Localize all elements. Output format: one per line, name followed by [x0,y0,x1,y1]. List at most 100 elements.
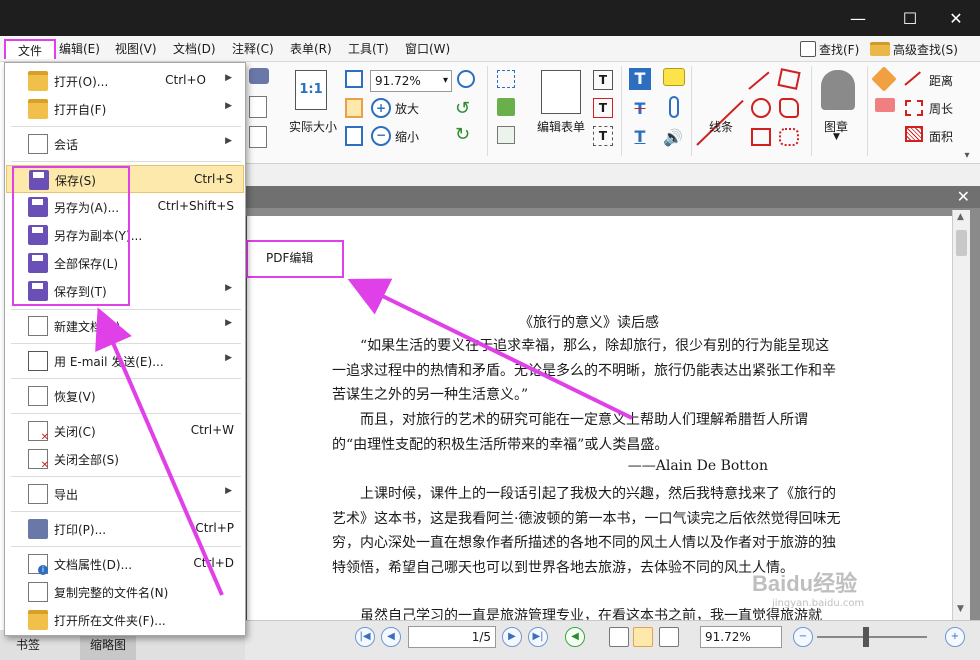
paste-icon[interactable] [249,96,267,118]
typewriter-icon[interactable]: T [593,70,613,90]
oval-tool-icon[interactable] [751,98,771,118]
menu-item-properties[interactable]: 文档属性(D)... Ctrl+D [6,550,244,578]
menu-item-open[interactable]: 打开(O)... Ctrl+O ▶ [6,67,244,95]
attachment-icon[interactable] [669,96,679,118]
menu-item-print[interactable]: 打印(P)... Ctrl+P [6,515,244,543]
fit-visible-icon[interactable] [345,126,363,146]
ribbon-separator [811,66,812,156]
menu-form[interactable]: 表单(R) [288,39,334,59]
lines-label[interactable]: 线条 [709,118,733,135]
camera-icon[interactable] [249,68,269,84]
zoom-in-label[interactable]: 放大 [395,100,419,117]
ribbon-scroll-icon[interactable]: ▾ [960,150,974,164]
edit-form-label[interactable]: 编辑表单 [537,118,585,135]
stamp-icon[interactable] [821,70,855,110]
status-zoom-out-button[interactable]: − [793,627,813,647]
zoom-slider-thumb[interactable] [863,627,869,647]
zoom-select[interactable]: 91.72% [370,70,452,92]
submenu-arrow-icon: ▶ [225,283,232,293]
menu-item-close-all[interactable]: 关闭全部(S) [6,445,244,473]
polygon-tool-icon[interactable] [779,98,799,118]
find-button[interactable]: 查找(F) [800,38,859,60]
zoom-out-label[interactable]: 缩小 [395,128,419,145]
close-button[interactable]: ✕ [934,0,978,36]
distance-tool-icon[interactable] [904,71,921,86]
advanced-find-button[interactable]: 高级查找(S) [870,38,958,60]
textbox-icon[interactable]: T [593,98,613,118]
sound-icon[interactable]: 🔊 [663,128,685,147]
prev-page-button[interactable]: ◀ [381,627,401,647]
stamp-dropdown-icon[interactable]: ▼ [833,132,840,142]
eraser-icon[interactable] [875,98,895,112]
arrow-tool-icon[interactable] [748,71,770,90]
pdf-edit-annotation[interactable]: PDF编辑 [246,240,344,278]
distance-label[interactable]: 距离 [929,72,953,89]
zoom-in-tool-icon[interactable] [457,70,475,88]
strikeout-icon[interactable]: T [629,98,651,120]
close-tab-icon[interactable]: ✕ [957,187,970,206]
rectangle-tool-icon[interactable] [751,128,771,146]
menu-view[interactable]: 视图(V) [113,39,159,59]
menu-item-email[interactable]: 用 E-mail 发送(E)... ▶ [6,347,244,375]
open-containing-folder-icon [28,610,48,630]
form-field-icon[interactable] [497,98,515,116]
scroll-up-icon[interactable]: ▲ [957,212,964,222]
menu-item-copy-filename[interactable]: 复制完整的文件名(N) [6,578,244,606]
menu-edit[interactable]: 编辑(E) [57,39,102,59]
document-properties-icon [28,554,48,575]
facing-page-icon[interactable] [659,627,679,647]
highlight-text-icon[interactable]: T [629,68,651,90]
pencil-icon[interactable] [871,66,897,92]
callout-icon[interactable]: T [593,126,613,146]
minimize-button[interactable]: — [836,0,880,36]
maximize-button[interactable]: ☐ [888,0,932,36]
last-page-button[interactable]: ▶| [528,627,548,647]
rotate-left-icon[interactable]: ↺ [455,100,475,118]
zoom-in-icon[interactable]: + [371,98,391,118]
menu-item-open-folder[interactable]: 打开所在文件夹(F)... [6,606,244,634]
perimeter-label[interactable]: 周长 [929,100,953,117]
menu-item-shortcut: Ctrl+O [165,73,206,87]
select-area-icon[interactable] [497,70,515,88]
rotate-right-icon[interactable]: ↻ [455,126,475,144]
vertical-scrollbar[interactable]: ▲ ▼ [952,210,970,620]
menu-item-close[interactable]: 关闭(C) Ctrl+W [6,417,244,445]
scroll-down-icon[interactable]: ▼ [957,604,964,614]
page-number-input[interactable]: 1/5 [408,626,496,648]
note-icon[interactable] [663,68,685,86]
menu-item-open-from[interactable]: 打开自(F) ▶ [6,95,244,123]
zoom-slider-track[interactable] [817,636,927,638]
continuous-page-icon[interactable] [633,627,653,647]
edit-form-icon[interactable] [541,70,581,114]
menu-item-session[interactable]: 会话 ▶ [6,130,244,158]
status-zoom-select[interactable]: 91.72% [700,626,782,648]
underline-icon[interactable]: T [629,126,651,148]
actual-size-label[interactable]: 实际大小 [289,118,337,135]
menu-window[interactable]: 窗口(W) [403,39,452,59]
next-page-button[interactable]: ▶ [502,627,522,647]
menu-file[interactable]: 文件 [4,39,56,59]
menu-comment[interactable]: 注释(C) [230,39,276,59]
menu-item-new-document[interactable]: 新建文档(N) ▶ [6,312,244,340]
actual-size-icon[interactable]: 1:1 [295,70,327,110]
polygon-line-icon[interactable] [777,68,801,90]
perimeter-tool-icon[interactable] [905,100,923,116]
back-button[interactable]: ◀ [565,627,585,647]
area-tool-icon[interactable] [905,126,923,142]
menu-item-export[interactable]: 导出 ▶ [6,480,244,508]
cloud-tool-icon[interactable] [779,128,799,146]
add-field-icon[interactable] [497,126,515,144]
single-page-icon[interactable] [609,627,629,647]
document-title: 《旅行的意义》读后感 [519,315,659,331]
status-zoom-in-button[interactable]: + [945,627,965,647]
menu-document[interactable]: 文档(D) [171,39,218,59]
first-page-button[interactable]: |◀ [355,627,375,647]
fit-page-icon[interactable] [345,70,363,88]
menu-tools[interactable]: 工具(T) [346,39,391,59]
fit-width-icon[interactable] [345,98,363,118]
scroll-thumb[interactable] [956,230,967,256]
zoom-out-icon[interactable]: − [371,126,391,146]
select-page-icon[interactable] [249,126,267,148]
area-label[interactable]: 面积 [929,128,953,145]
menu-item-revert[interactable]: 恢复(V) [6,382,244,410]
